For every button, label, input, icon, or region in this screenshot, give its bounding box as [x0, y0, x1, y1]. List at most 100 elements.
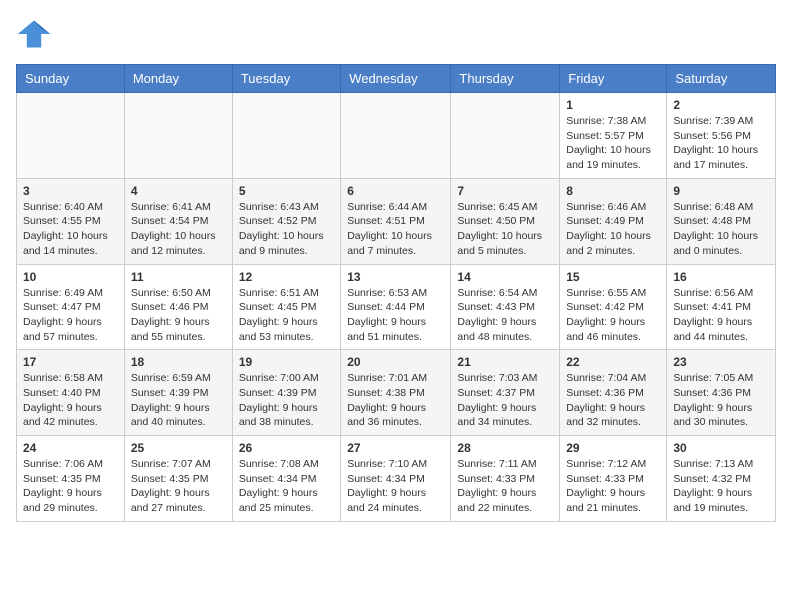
day-info: Sunrise: 6:46 AM Sunset: 4:49 PM Dayligh… [566, 200, 660, 259]
day-number: 22 [566, 355, 660, 369]
day-number: 13 [347, 270, 444, 284]
day-number: 26 [239, 441, 334, 455]
day-number: 14 [457, 270, 553, 284]
day-info: Sunrise: 6:53 AM Sunset: 4:44 PM Dayligh… [347, 286, 444, 345]
calendar-cell: 22 Sunrise: 7:04 AM Sunset: 4:36 PM Dayli… [560, 350, 667, 436]
calendar-cell: 11 Sunrise: 6:50 AM Sunset: 4:46 PM Dayli… [124, 264, 232, 350]
day-info: Sunrise: 6:58 AM Sunset: 4:40 PM Dayligh… [23, 371, 118, 430]
day-info: Sunrise: 6:44 AM Sunset: 4:51 PM Dayligh… [347, 200, 444, 259]
day-info: Sunrise: 6:50 AM Sunset: 4:46 PM Dayligh… [131, 286, 226, 345]
calendar-cell: 9 Sunrise: 6:48 AM Sunset: 4:48 PM Daylig… [667, 178, 776, 264]
day-info: Sunrise: 7:01 AM Sunset: 4:38 PM Dayligh… [347, 371, 444, 430]
day-number: 30 [673, 441, 769, 455]
day-number: 8 [566, 184, 660, 198]
calendar-cell: 30 Sunrise: 7:13 AM Sunset: 4:32 PM Dayli… [667, 436, 776, 522]
calendar-cell: 26 Sunrise: 7:08 AM Sunset: 4:34 PM Dayli… [232, 436, 340, 522]
day-info: Sunrise: 6:40 AM Sunset: 4:55 PM Dayligh… [23, 200, 118, 259]
calendar-cell: 20 Sunrise: 7:01 AM Sunset: 4:38 PM Dayli… [341, 350, 451, 436]
day-info: Sunrise: 6:55 AM Sunset: 4:42 PM Dayligh… [566, 286, 660, 345]
day-info: Sunrise: 7:03 AM Sunset: 4:37 PM Dayligh… [457, 371, 553, 430]
day-info: Sunrise: 7:13 AM Sunset: 4:32 PM Dayligh… [673, 457, 769, 516]
day-number: 12 [239, 270, 334, 284]
day-info: Sunrise: 7:06 AM Sunset: 4:35 PM Dayligh… [23, 457, 118, 516]
calendar-cell [451, 93, 560, 179]
calendar-cell: 4 Sunrise: 6:41 AM Sunset: 4:54 PM Daylig… [124, 178, 232, 264]
day-info: Sunrise: 6:45 AM Sunset: 4:50 PM Dayligh… [457, 200, 553, 259]
day-number: 7 [457, 184, 553, 198]
day-info: Sunrise: 6:41 AM Sunset: 4:54 PM Dayligh… [131, 200, 226, 259]
logo [16, 16, 56, 52]
calendar-body: 1 Sunrise: 7:38 AM Sunset: 5:57 PM Daylig… [17, 93, 776, 522]
day-info: Sunrise: 7:05 AM Sunset: 4:36 PM Dayligh… [673, 371, 769, 430]
day-number: 16 [673, 270, 769, 284]
day-info: Sunrise: 7:12 AM Sunset: 4:33 PM Dayligh… [566, 457, 660, 516]
calendar-cell: 23 Sunrise: 7:05 AM Sunset: 4:36 PM Dayli… [667, 350, 776, 436]
day-number: 9 [673, 184, 769, 198]
day-number: 3 [23, 184, 118, 198]
day-number: 2 [673, 98, 769, 112]
day-number: 5 [239, 184, 334, 198]
day-number: 20 [347, 355, 444, 369]
calendar-cell: 29 Sunrise: 7:12 AM Sunset: 4:33 PM Dayli… [560, 436, 667, 522]
day-number: 25 [131, 441, 226, 455]
calendar-cell [341, 93, 451, 179]
calendar-cell: 27Sunrise: 7:10 AM Sunset: 4:34 PM Dayli… [341, 436, 451, 522]
weekday-header-tuesday: Tuesday [232, 65, 340, 93]
day-number: 1 [566, 98, 660, 112]
day-number: 6 [347, 184, 444, 198]
day-info: Sunrise: 6:49 AM Sunset: 4:47 PM Dayligh… [23, 286, 118, 345]
calendar-week-4: 17 Sunrise: 6:58 AM Sunset: 4:40 PM Dayli… [17, 350, 776, 436]
day-number: 23 [673, 355, 769, 369]
day-number: 28 [457, 441, 553, 455]
calendar-table: SundayMondayTuesdayWednesdayThursdayFrid… [16, 64, 776, 522]
day-info: Sunrise: 7:08 AM Sunset: 4:34 PM Dayligh… [239, 457, 334, 516]
calendar-cell: 24 Sunrise: 7:06 AM Sunset: 4:35 PM Dayli… [17, 436, 125, 522]
calendar-cell: 21 Sunrise: 7:03 AM Sunset: 4:37 PM Dayli… [451, 350, 560, 436]
calendar-cell: 16Sunrise: 6:56 AM Sunset: 4:41 PM Dayli… [667, 264, 776, 350]
calendar-cell: 13 Sunrise: 6:53 AM Sunset: 4:44 PM Dayli… [341, 264, 451, 350]
day-info: Sunrise: 7:11 AM Sunset: 4:33 PM Dayligh… [457, 457, 553, 516]
calendar-cell: 18 Sunrise: 6:59 AM Sunset: 4:39 PM Dayli… [124, 350, 232, 436]
calendar-week-2: 3 Sunrise: 6:40 AM Sunset: 4:55 PM Daylig… [17, 178, 776, 264]
logo-icon [16, 16, 52, 52]
weekday-header-friday: Friday [560, 65, 667, 93]
calendar-cell: 14 Sunrise: 6:54 AM Sunset: 4:43 PM Dayli… [451, 264, 560, 350]
calendar-cell: 2Sunrise: 7:39 AM Sunset: 5:56 PM Daylig… [667, 93, 776, 179]
day-number: 11 [131, 270, 226, 284]
day-number: 24 [23, 441, 118, 455]
calendar-cell: 28 Sunrise: 7:11 AM Sunset: 4:33 PM Dayli… [451, 436, 560, 522]
calendar-cell: 3 Sunrise: 6:40 AM Sunset: 4:55 PM Daylig… [17, 178, 125, 264]
calendar-cell [17, 93, 125, 179]
day-info: Sunrise: 7:10 AM Sunset: 4:34 PM Dayligh… [347, 457, 444, 516]
day-number: 4 [131, 184, 226, 198]
calendar-cell: 12 Sunrise: 6:51 AM Sunset: 4:45 PM Dayli… [232, 264, 340, 350]
calendar-week-3: 10Sunrise: 6:49 AM Sunset: 4:47 PM Dayli… [17, 264, 776, 350]
weekday-header-monday: Monday [124, 65, 232, 93]
day-number: 17 [23, 355, 118, 369]
day-number: 15 [566, 270, 660, 284]
day-info: Sunrise: 6:48 AM Sunset: 4:48 PM Dayligh… [673, 200, 769, 259]
calendar-cell: 5 Sunrise: 6:43 AM Sunset: 4:52 PM Daylig… [232, 178, 340, 264]
day-info: Sunrise: 7:00 AM Sunset: 4:39 PM Dayligh… [239, 371, 334, 430]
calendar-cell: 17 Sunrise: 6:58 AM Sunset: 4:40 PM Dayli… [17, 350, 125, 436]
calendar-cell: 19Sunrise: 7:00 AM Sunset: 4:39 PM Dayli… [232, 350, 340, 436]
weekday-header-saturday: Saturday [667, 65, 776, 93]
calendar-cell: 15 Sunrise: 6:55 AM Sunset: 4:42 PM Dayli… [560, 264, 667, 350]
calendar-cell: 10Sunrise: 6:49 AM Sunset: 4:47 PM Dayli… [17, 264, 125, 350]
day-number: 18 [131, 355, 226, 369]
day-info: Sunrise: 6:59 AM Sunset: 4:39 PM Dayligh… [131, 371, 226, 430]
calendar-cell: 8 Sunrise: 6:46 AM Sunset: 4:49 PM Daylig… [560, 178, 667, 264]
day-info: Sunrise: 6:43 AM Sunset: 4:52 PM Dayligh… [239, 200, 334, 259]
calendar-week-1: 1 Sunrise: 7:38 AM Sunset: 5:57 PM Daylig… [17, 93, 776, 179]
calendar-cell [124, 93, 232, 179]
calendar-header-row: SundayMondayTuesdayWednesdayThursdayFrid… [17, 65, 776, 93]
day-number: 29 [566, 441, 660, 455]
day-info: Sunrise: 7:38 AM Sunset: 5:57 PM Dayligh… [566, 114, 660, 173]
day-info: Sunrise: 6:51 AM Sunset: 4:45 PM Dayligh… [239, 286, 334, 345]
calendar-cell [232, 93, 340, 179]
day-number: 21 [457, 355, 553, 369]
day-info: Sunrise: 7:04 AM Sunset: 4:36 PM Dayligh… [566, 371, 660, 430]
day-info: Sunrise: 6:54 AM Sunset: 4:43 PM Dayligh… [457, 286, 553, 345]
calendar-cell: 7 Sunrise: 6:45 AM Sunset: 4:50 PM Daylig… [451, 178, 560, 264]
calendar-week-5: 24 Sunrise: 7:06 AM Sunset: 4:35 PM Dayli… [17, 436, 776, 522]
